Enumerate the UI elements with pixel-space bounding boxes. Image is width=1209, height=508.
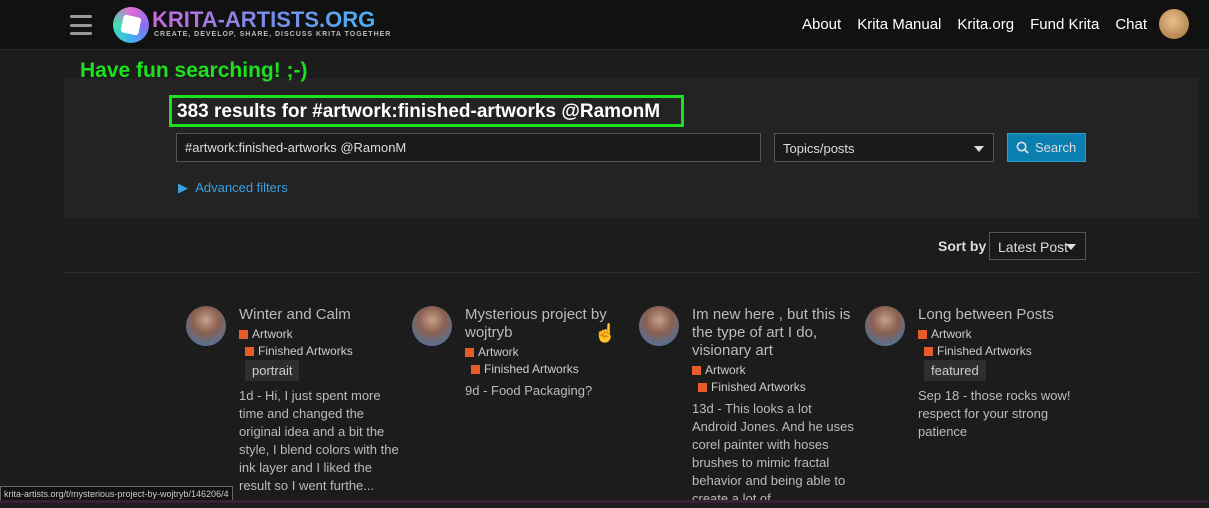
result-title-link[interactable]: Im new here , but this is the type of ar… bbox=[692, 306, 857, 360]
subcategory-badge[interactable]: Finished Artworks bbox=[924, 344, 1083, 358]
logo-text[interactable]: KRITA-ARTISTS.ORG bbox=[152, 7, 375, 33]
site-header: KRITA-ARTISTS.ORG CREATE, DEVELOP, SHARE… bbox=[0, 0, 1209, 50]
sort-dropdown[interactable]: Latest Post bbox=[989, 232, 1086, 260]
category-label: Artwork bbox=[931, 327, 972, 341]
advanced-filters-toggle[interactable]: ▶ Advanced filters bbox=[178, 180, 288, 196]
author-avatar[interactable] bbox=[865, 306, 905, 346]
category-label: Artwork bbox=[252, 327, 293, 341]
subcategory-label: Finished Artworks bbox=[484, 362, 579, 376]
krita-logo-icon[interactable] bbox=[113, 7, 149, 43]
sort-value: Latest Post bbox=[998, 239, 1069, 255]
scope-value: Topics/posts bbox=[783, 141, 855, 156]
result-title-link[interactable]: Long between Posts bbox=[918, 306, 1083, 324]
result-excerpt[interactable]: Sep 18 - those rocks wow! respect for yo… bbox=[918, 387, 1083, 441]
category-color-icon bbox=[924, 346, 933, 356]
hamburger-menu-icon[interactable] bbox=[70, 15, 92, 35]
category-label: Artwork bbox=[478, 345, 519, 359]
tag-badge[interactable]: featured bbox=[924, 360, 986, 381]
category-color-icon bbox=[692, 365, 701, 375]
author-avatar[interactable] bbox=[412, 306, 452, 346]
top-nav: About Krita Manual Krita.org Fund Krita … bbox=[802, 16, 1147, 33]
category-color-icon bbox=[918, 329, 927, 339]
result-excerpt[interactable]: 9d - Food Packaging? bbox=[465, 382, 630, 400]
sort-label: Sort by bbox=[938, 238, 987, 254]
category-badge[interactable]: Artwork bbox=[918, 327, 1083, 341]
results-title: 383 results for #artwork:finished-artwor… bbox=[169, 95, 684, 127]
tag-badge[interactable]: portrait bbox=[245, 360, 300, 381]
result-excerpt[interactable]: 13d - This looks a lot Android Jones. An… bbox=[692, 400, 857, 508]
nav-chat[interactable]: Chat bbox=[1115, 16, 1147, 33]
subcategory-label: Finished Artworks bbox=[258, 344, 353, 358]
author-avatar[interactable] bbox=[186, 306, 226, 346]
result-excerpt[interactable]: 1d - Hi, I just spent more time and chan… bbox=[239, 387, 404, 495]
nav-fund-krita[interactable]: Fund Krita bbox=[1030, 16, 1099, 33]
category-color-icon bbox=[239, 329, 248, 339]
category-label: Artwork bbox=[705, 363, 746, 377]
subcategory-badge[interactable]: Finished Artworks bbox=[245, 344, 404, 358]
category-badge[interactable]: Artwork bbox=[239, 327, 404, 341]
user-avatar[interactable] bbox=[1159, 9, 1189, 39]
author-avatar[interactable] bbox=[639, 306, 679, 346]
result-title-link[interactable]: Winter and Calm bbox=[239, 306, 404, 324]
advanced-filters-label: Advanced filters bbox=[195, 180, 288, 195]
search-button-label: Search bbox=[1035, 140, 1077, 155]
search-icon bbox=[1016, 141, 1029, 154]
category-color-icon bbox=[698, 382, 707, 392]
logo-tagline: CREATE, DEVELOP, SHARE, DISCUSS KRITA TO… bbox=[154, 31, 392, 38]
annotation-text: Have fun searching! ;-) bbox=[80, 59, 308, 82]
subcategory-label: Finished Artworks bbox=[711, 380, 806, 394]
search-scope-select[interactable]: Topics/posts bbox=[774, 133, 994, 162]
subcategory-label: Finished Artworks bbox=[937, 344, 1032, 358]
category-color-icon bbox=[465, 347, 474, 357]
nav-krita-manual[interactable]: Krita Manual bbox=[857, 16, 941, 33]
caret-right-icon: ▶ bbox=[178, 180, 196, 195]
search-button[interactable]: Search bbox=[1007, 133, 1086, 162]
subcategory-badge[interactable]: Finished Artworks bbox=[471, 362, 630, 376]
category-badge[interactable]: Artwork bbox=[692, 363, 857, 377]
hand-cursor-icon: ☝ bbox=[594, 323, 617, 343]
category-badge[interactable]: Artwork bbox=[465, 345, 630, 359]
nav-about[interactable]: About bbox=[802, 16, 841, 33]
divider bbox=[64, 272, 1199, 273]
category-color-icon bbox=[471, 364, 480, 374]
subcategory-badge[interactable]: Finished Artworks bbox=[698, 380, 857, 394]
nav-krita-org[interactable]: Krita.org bbox=[957, 16, 1014, 33]
search-input[interactable] bbox=[176, 133, 761, 162]
category-color-icon bbox=[245, 346, 254, 356]
